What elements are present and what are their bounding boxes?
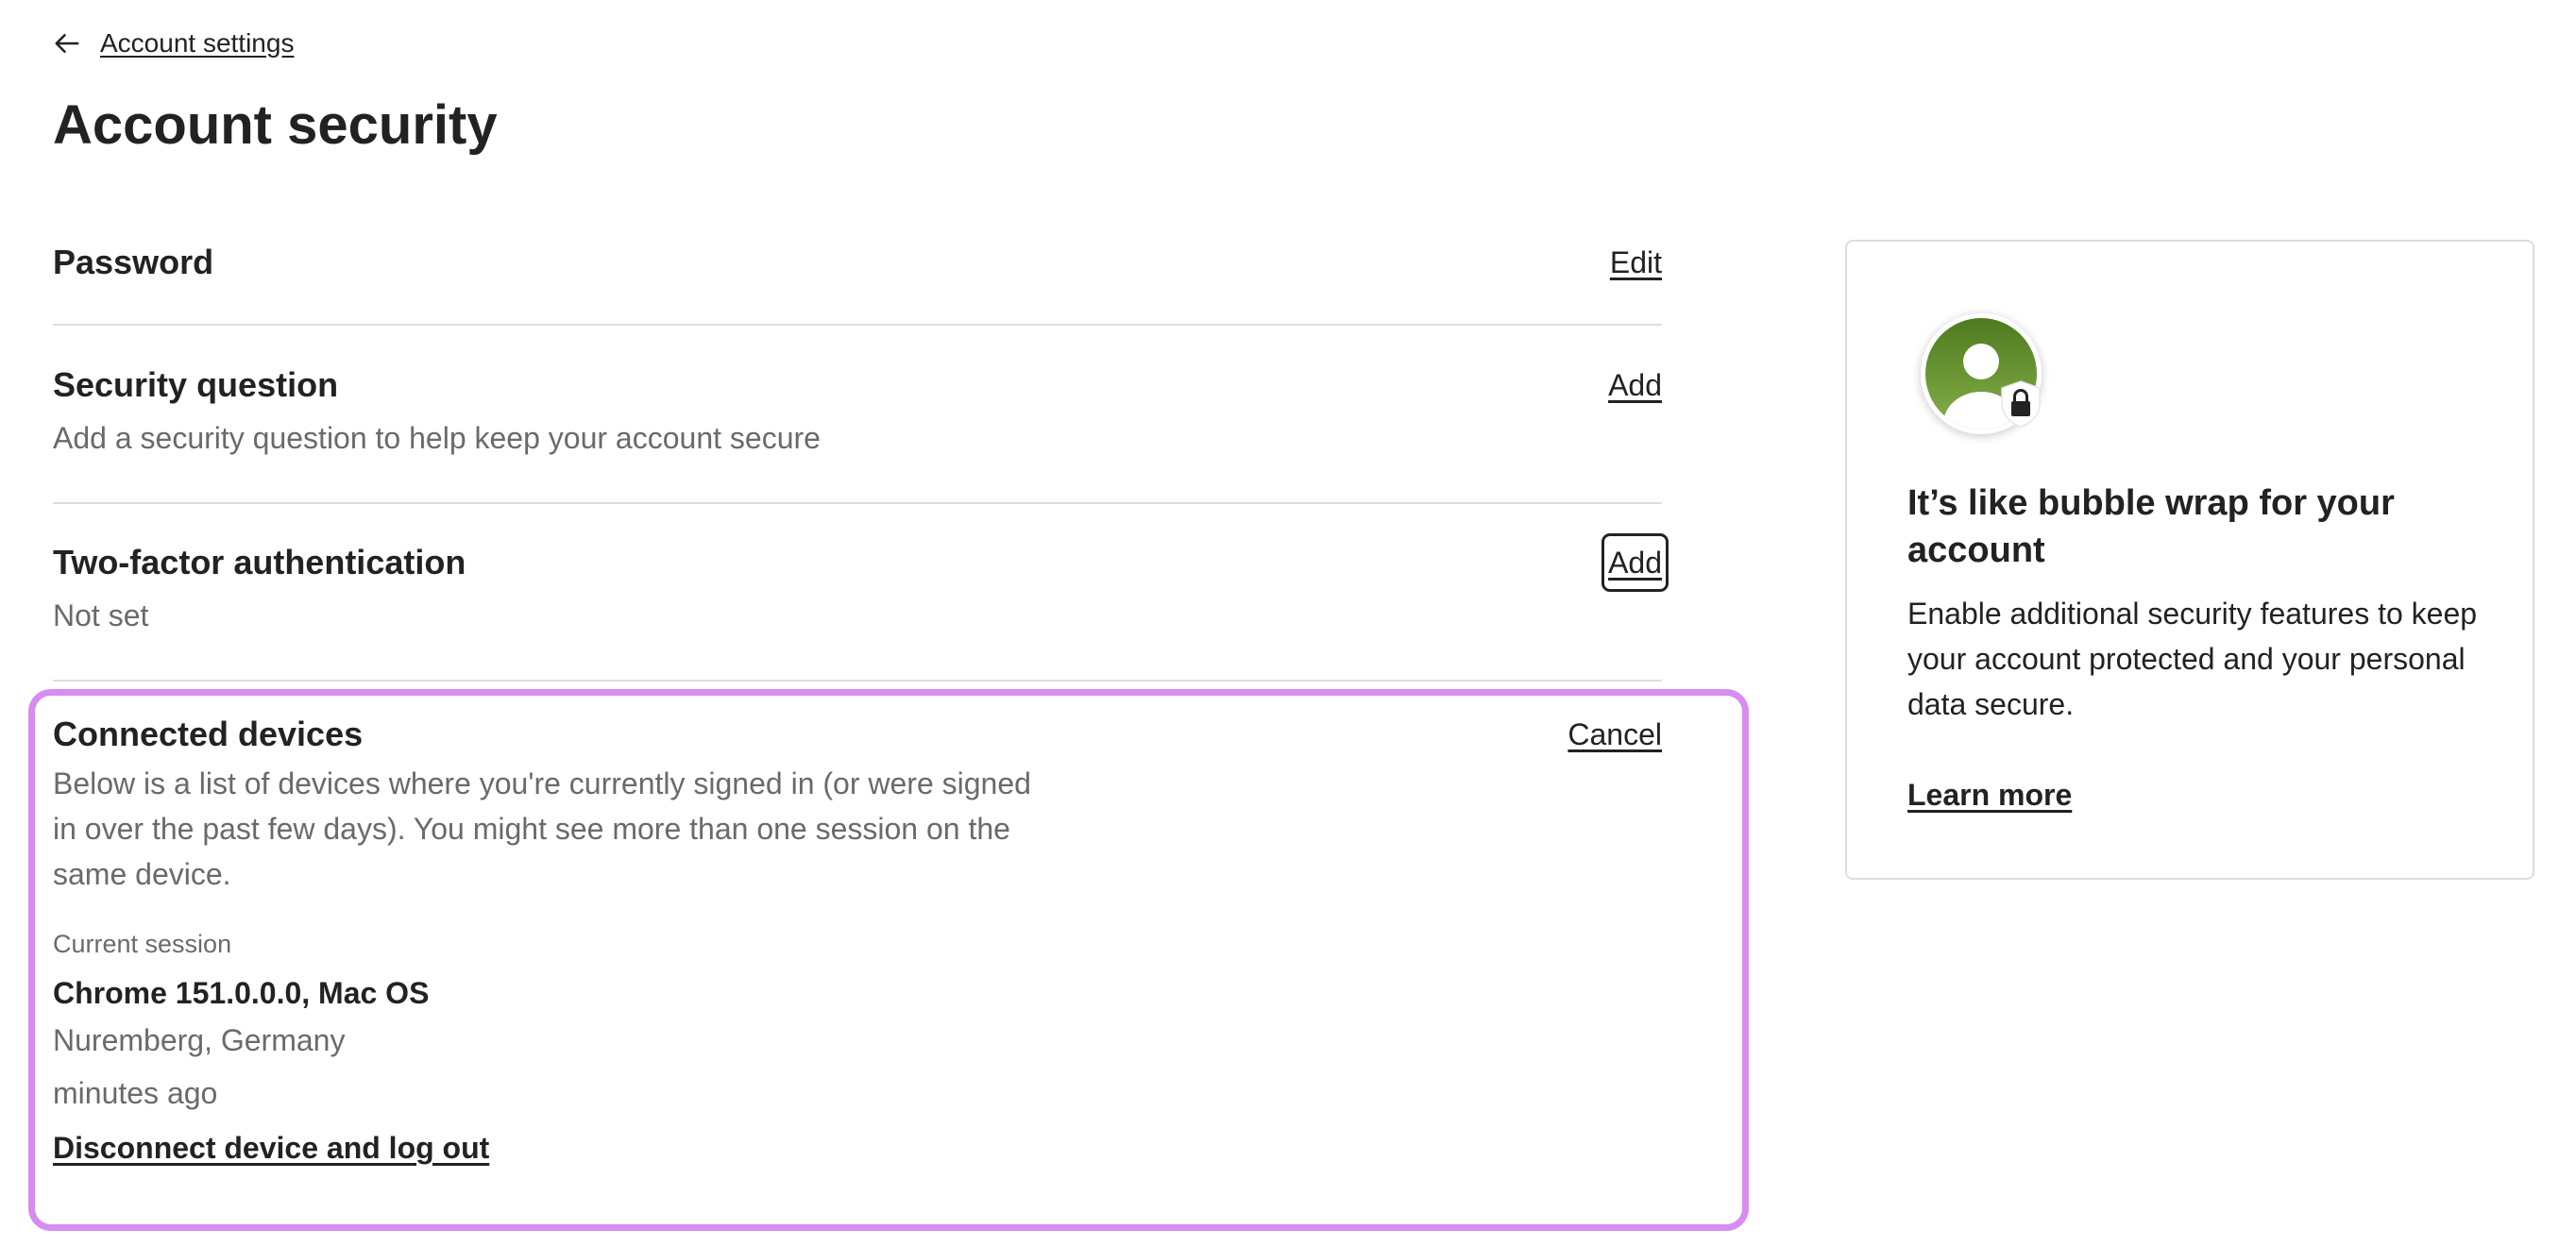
- lock-icon: [2001, 380, 2041, 428]
- add-security-question-button[interactable]: Add: [1608, 362, 1662, 408]
- two-factor-section: Two-factor authentication Not set Add: [53, 533, 1669, 634]
- divider: [53, 680, 1662, 682]
- connected-devices-title: Connected devices: [53, 715, 364, 753]
- back-link-label: Account settings: [100, 28, 295, 58]
- security-promo-card: It’s like bubble wrap for your account E…: [1845, 240, 2534, 880]
- disconnect-device-button[interactable]: Disconnect device and log out: [53, 1125, 489, 1170]
- arrow-left-icon: [55, 34, 79, 53]
- connected-devices-section: Connected devices Cancel Below is a list…: [53, 712, 1662, 1170]
- page-title: Account security: [53, 94, 498, 156]
- current-session-label: Current session: [53, 930, 232, 958]
- learn-more-link[interactable]: Learn more: [1907, 772, 2072, 817]
- connected-devices-description: Below is a list of devices where you're …: [53, 766, 1031, 891]
- two-factor-title: Two-factor authentication: [53, 543, 466, 581]
- back-to-account-settings-link[interactable]: Account settings: [53, 26, 294, 60]
- security-question-section: Security question Add a security questio…: [53, 362, 1662, 457]
- password-section: Password Edit: [53, 240, 1662, 285]
- cancel-button[interactable]: Cancel: [1568, 712, 1662, 757]
- two-factor-status: Not set: [53, 598, 149, 632]
- promo-text: Enable additional security features to k…: [1907, 597, 2478, 721]
- security-question-title: Security question: [53, 365, 339, 404]
- password-title: Password: [53, 243, 214, 281]
- edit-password-button[interactable]: Edit: [1610, 240, 1662, 285]
- user-lock-icon: [1921, 313, 2043, 436]
- divider: [53, 502, 1662, 504]
- promo-title: It’s like bubble wrap for your account: [1907, 483, 2395, 570]
- session-location: Nuremberg, Germany: [53, 1023, 346, 1057]
- divider: [53, 324, 1662, 326]
- session-last-active: minutes ago: [53, 1076, 218, 1110]
- security-question-description: Add a security question to help keep you…: [53, 421, 821, 455]
- add-two-factor-button[interactable]: Add: [1602, 533, 1669, 592]
- session-device: Chrome 151.0.0.0, Mac OS: [53, 976, 430, 1010]
